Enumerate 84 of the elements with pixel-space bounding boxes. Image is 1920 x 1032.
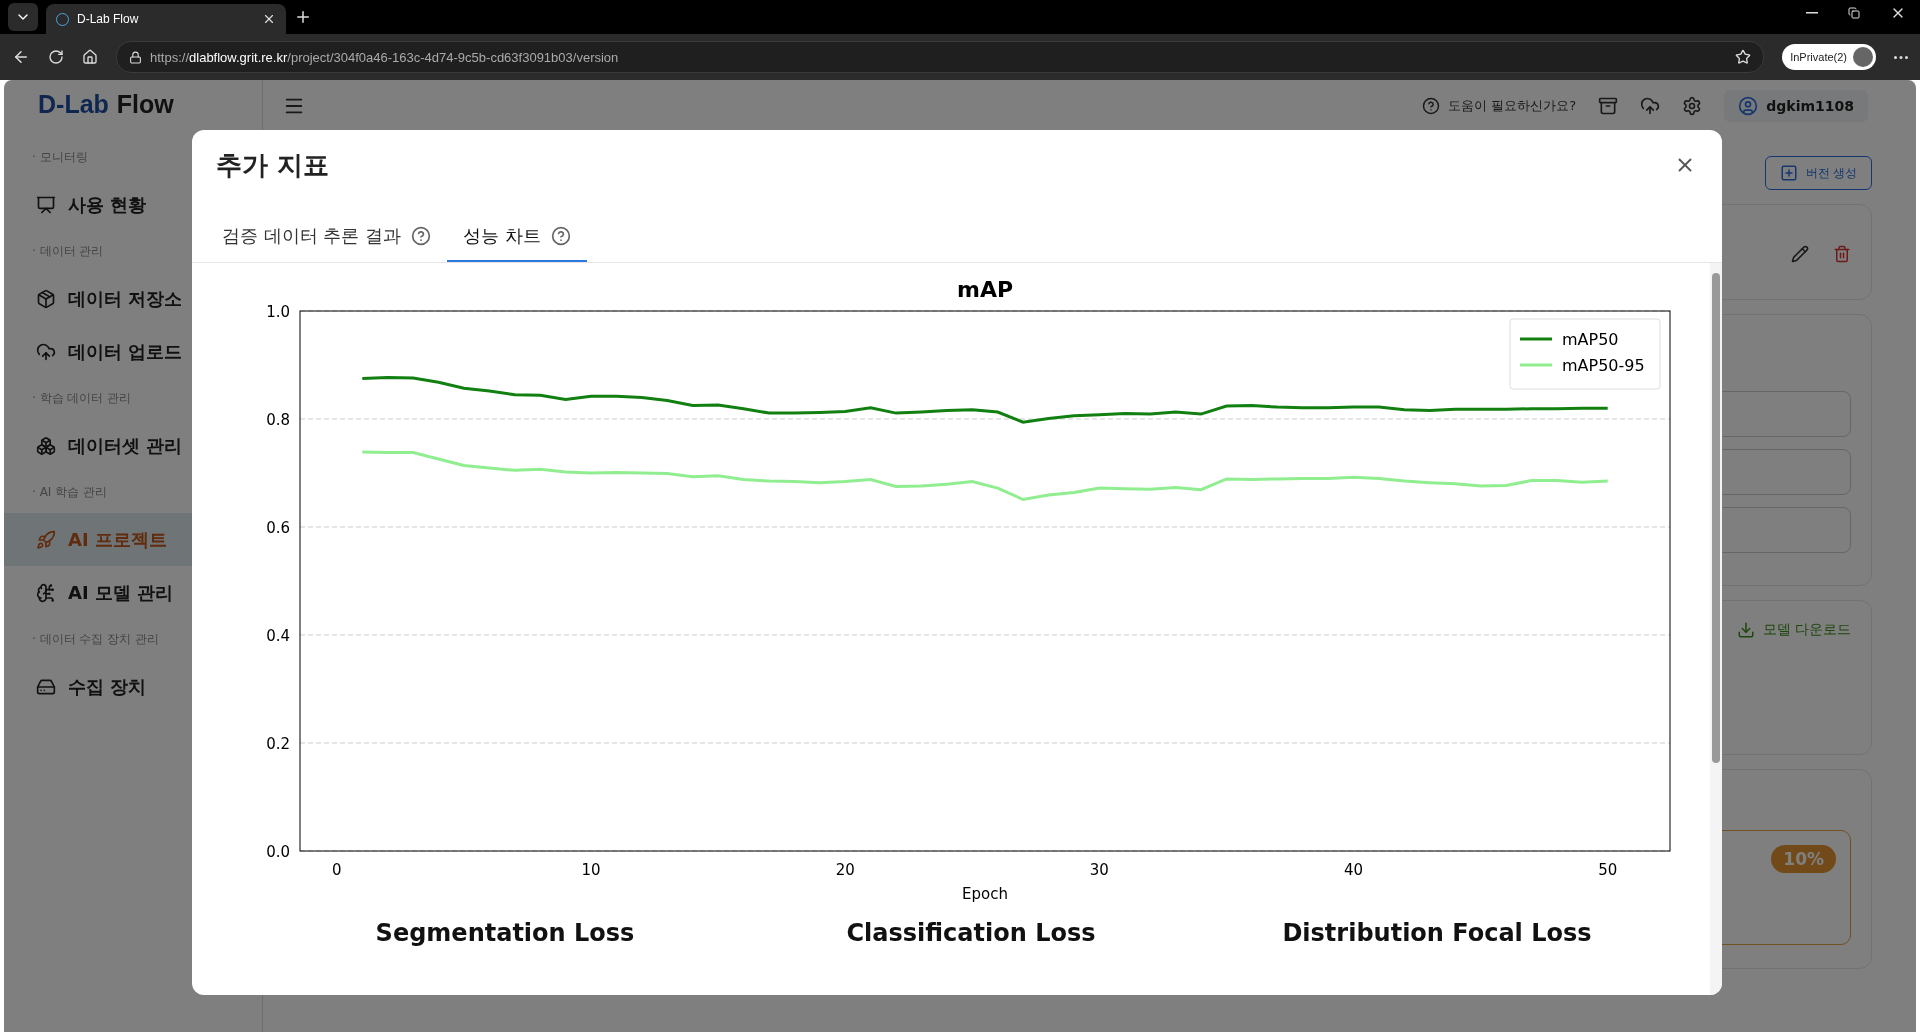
plus-icon (294, 8, 312, 26)
section-label: · 학습 데이터 관리 (32, 390, 132, 407)
home-icon (82, 49, 98, 65)
sidebar-item-icon (36, 288, 56, 309)
x-tick-label: 10 (581, 861, 601, 879)
avatar-icon (1853, 47, 1873, 67)
archive-button[interactable] (1598, 96, 1619, 116)
home-button[interactable] (82, 49, 98, 65)
delete-button[interactable] (1833, 245, 1851, 263)
more-button[interactable] (1894, 55, 1908, 59)
plus-square-icon (1779, 164, 1798, 182)
dialog-title: 추가 지표 (216, 148, 330, 182)
sidebar-item[interactable]: 수집 장치 (4, 660, 262, 713)
pencil-icon (1791, 245, 1809, 263)
sidebar-item[interactable]: 데이터셋 관리 (4, 419, 262, 472)
legend-swatch (1520, 337, 1552, 341)
x-tick-label: 40 (1344, 861, 1364, 879)
back-button[interactable] (12, 48, 30, 66)
y-tick-label: 0.0 (266, 843, 290, 861)
cloud-upload-icon (1640, 96, 1661, 116)
x-tick-label: 0 (332, 861, 342, 879)
close-tab-button[interactable] (262, 12, 276, 26)
profile-button[interactable]: InPrivate(2) (1782, 44, 1876, 70)
y-tick-label: 0.6 (266, 519, 290, 537)
more-icon (1894, 55, 1908, 59)
sidebar-item[interactable]: AI 모델 관리 (4, 566, 262, 619)
archive-icon (1598, 96, 1619, 116)
restore-button[interactable] (1848, 4, 1860, 21)
sidebar-item-icon (36, 582, 56, 603)
help-link[interactable]: 도움이 필요하신가요? (1422, 97, 1577, 115)
chart-title: Distribution Focal Loss (1281, 919, 1593, 947)
settings-icon (1682, 96, 1703, 116)
settings-button[interactable] (1682, 96, 1703, 116)
y-tick-label: 0.2 (266, 735, 290, 753)
legend-label: mAP50-95 (1562, 356, 1645, 375)
restore-icon (1848, 6, 1860, 19)
scrollbar[interactable] (1710, 263, 1722, 995)
chart-title: Classification Loss (845, 919, 1097, 947)
legend-swatch (1520, 363, 1552, 367)
user-icon (1738, 96, 1759, 116)
tab[interactable]: 검증 데이터 추론 결과 (206, 212, 448, 262)
section-label: · 데이터 수집 장치 관리 (32, 631, 160, 648)
section-label: · AI 학습 관리 (32, 484, 107, 501)
minimize-icon (1806, 11, 1818, 14)
download-icon (1736, 621, 1755, 639)
x-tick-label: 30 (1089, 861, 1109, 879)
sidebar-item[interactable]: 데이터 저장소 (4, 272, 262, 325)
section-label: · 데이터 관리 (32, 243, 104, 260)
sidebar-item-icon (36, 341, 56, 362)
help-icon (411, 226, 432, 246)
x-axis-label: Epoch (962, 885, 1008, 903)
help-icon (1422, 97, 1441, 115)
new-tab-button[interactable] (294, 8, 312, 26)
trash-icon (1833, 245, 1851, 263)
reload-button[interactable] (48, 49, 64, 65)
chart-title: Segmentation Loss (374, 919, 636, 947)
tab-menu-button[interactable] (8, 3, 38, 31)
app-logo[interactable]: D-Lab Flow (4, 90, 262, 137)
x-tick-label: 20 (835, 861, 855, 879)
x-tick-label: 50 (1598, 861, 1618, 879)
close-icon (262, 12, 276, 26)
browser-tab[interactable]: D-Lab Flow (46, 4, 286, 34)
sidebar-item-icon (36, 194, 56, 215)
edit-button[interactable] (1791, 245, 1809, 263)
sidebar-item[interactable]: 데이터 업로드 (4, 325, 262, 378)
create-version-button[interactable]: 버전 생성 (1764, 156, 1872, 190)
user-menu[interactable]: dgkim1108 (1724, 90, 1868, 122)
y-tick-label: 0.8 (266, 411, 290, 429)
lock-icon (129, 50, 142, 64)
star-icon[interactable] (1735, 49, 1752, 65)
help-icon (550, 226, 571, 246)
chart-title: mAP (956, 277, 1014, 302)
section-label: · 모니터링 (32, 149, 88, 166)
address-bar[interactable]: https://dlabflow.grit.re.kr/project/304f0a46-163c-4d74-9c5b-cd63f3091b03/version (116, 41, 1765, 73)
legend-label: mAP50 (1562, 330, 1619, 349)
model-download-link[interactable]: 모델 다운로드 (1736, 621, 1851, 639)
y-tick-label: 0.4 (266, 627, 290, 645)
progress-badge: 10% (1771, 845, 1836, 873)
sidebar-item-icon (36, 529, 56, 550)
cloud-upload-button[interactable] (1640, 96, 1661, 116)
reload-icon (48, 49, 64, 65)
tab[interactable]: 성능 차트 (447, 212, 587, 262)
sidebar-item-icon (36, 435, 56, 456)
y-tick-label: 1.0 (266, 303, 290, 321)
